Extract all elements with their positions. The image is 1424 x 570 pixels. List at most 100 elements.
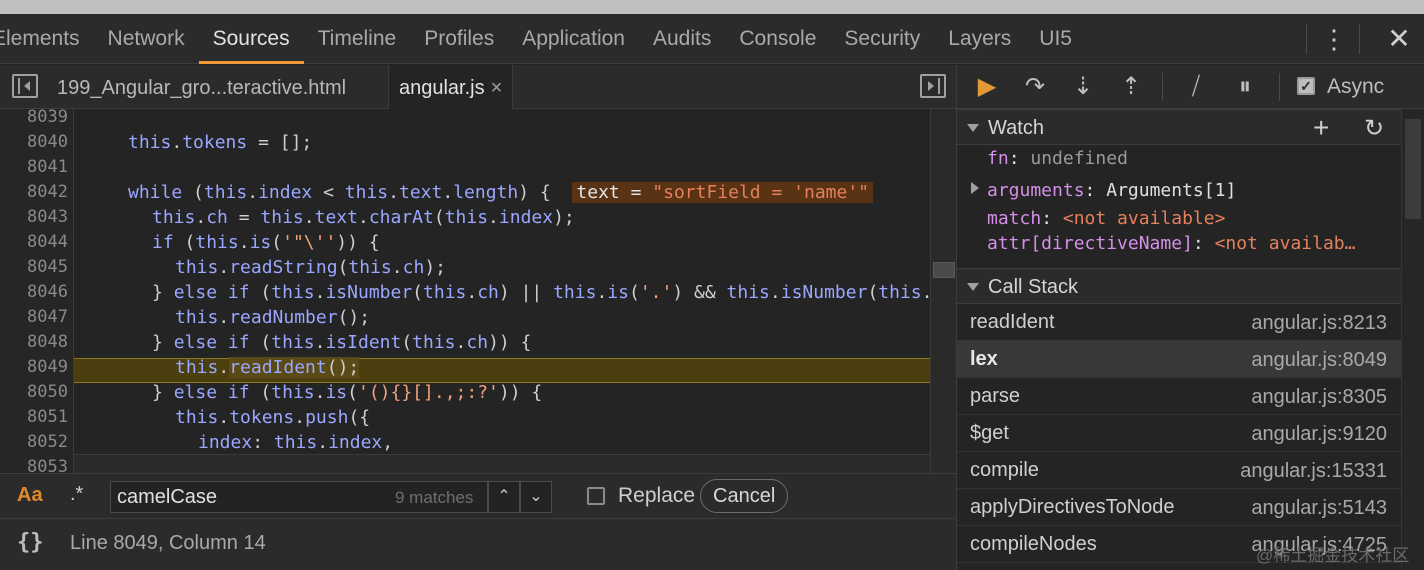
tab-application[interactable]: Application — [508, 14, 639, 64]
watch-value: undefined — [1030, 148, 1128, 169]
watch-section-header[interactable]: Watch + ↻ — [957, 109, 1401, 145]
watch-title: Watch — [988, 117, 1044, 139]
code-token-ch: ch — [477, 282, 499, 303]
code-token-text: text — [398, 182, 443, 203]
line-number[interactable]: 8039 — [0, 109, 68, 130]
line-number[interactable]: 8051 — [0, 405, 68, 430]
add-watch-icon[interactable]: + — [1313, 112, 1329, 144]
watch-item[interactable]: arguments: Arguments[1] — [987, 178, 1236, 204]
line-number[interactable]: 8045 — [0, 255, 68, 280]
regex-toggle[interactable]: .* — [70, 483, 83, 506]
search-bar: Aa .* 9 matches ⌃ ⌄ Replace Cancel — [0, 473, 956, 519]
file-tab-angular-js[interactable]: angular.js × — [388, 65, 514, 110]
code-token-else: else — [173, 382, 218, 403]
line-number-current[interactable]: 8049 — [0, 355, 68, 380]
code-editor[interactable]: 8039 8040 8041 8042 8043 8044 8045 8046 … — [0, 109, 956, 473]
code-line: if (this.is('"\'')) { — [152, 232, 380, 253]
tab-console[interactable]: Console — [725, 14, 830, 64]
debugger-toggle-icon[interactable] — [920, 74, 946, 98]
frame-location[interactable]: angular.js:15331 — [1240, 460, 1387, 483]
code-token-this: this — [271, 382, 315, 403]
tab-ui5[interactable]: UI5 — [1025, 14, 1086, 64]
code-token-this: this — [344, 182, 389, 203]
line-number[interactable]: 8047 — [0, 305, 68, 330]
code-token-is: is — [249, 232, 272, 253]
line-number[interactable]: 8043 — [0, 205, 68, 230]
expand-arguments-icon[interactable] — [971, 182, 979, 194]
frame-location[interactable]: angular.js:8049 — [1251, 349, 1387, 372]
frame-location[interactable]: angular.js:8305 — [1251, 386, 1387, 409]
watch-item[interactable]: fn: undefined — [987, 146, 1128, 172]
code-area[interactable]: this.tokens = []; while (this.index < th… — [74, 109, 930, 473]
code-token-this: this — [271, 282, 315, 303]
expand-triangle-icon[interactable] — [967, 124, 979, 132]
watch-name: attr[directiveName] — [987, 233, 1193, 254]
horizontal-scrollbar[interactable] — [74, 454, 930, 473]
sidebar-scrollbar[interactable] — [1401, 109, 1424, 570]
tab-elements[interactable]: Elements — [0, 14, 94, 64]
cancel-button[interactable]: Cancel — [700, 479, 789, 513]
async-checkbox[interactable]: ✓ — [1297, 77, 1315, 95]
code-token-is: is — [325, 382, 348, 403]
kebab-menu-icon[interactable]: ⋮ — [1321, 14, 1347, 64]
expand-triangle-icon[interactable] — [967, 283, 979, 291]
line-number[interactable]: 8046 — [0, 280, 68, 305]
previous-match-button[interactable]: ⌃ — [488, 481, 520, 513]
tab-timeline[interactable]: Timeline — [304, 14, 411, 64]
line-number[interactable]: 8052 — [0, 430, 68, 455]
scrollbar-thumb[interactable] — [933, 262, 955, 278]
line-number[interactable]: 8044 — [0, 230, 68, 255]
deactivate-breakpoints-icon[interactable]: ⧸ — [1179, 71, 1213, 103]
next-match-button[interactable]: ⌄ — [520, 481, 552, 513]
code-line: this.readNumber(); — [175, 307, 371, 328]
step-out-icon[interactable]: ⇡ — [1117, 71, 1145, 103]
code-token-this: this — [878, 282, 922, 303]
tab-sources[interactable]: Sources — [198, 14, 304, 64]
vertical-scrollbar[interactable] — [930, 109, 956, 473]
call-frame-selected[interactable]: lex angular.js:8049 — [957, 341, 1401, 378]
close-tab-icon[interactable]: × — [491, 77, 503, 99]
line-number[interactable]: 8053 — [0, 455, 68, 473]
watch-value: <not availab… — [1214, 233, 1356, 254]
code-line: index: this.index, — [198, 432, 394, 453]
frame-location[interactable]: angular.js:9120 — [1251, 423, 1387, 446]
code-line: } else if (this.isIdent(this.ch)) { — [152, 332, 532, 353]
watch-item[interactable]: match: <not available> — [987, 206, 1225, 232]
tab-profiles[interactable]: Profiles — [410, 14, 508, 64]
line-number[interactable]: 8040 — [0, 130, 68, 155]
refresh-icon[interactable]: ↻ — [1364, 114, 1384, 143]
call-frame[interactable]: applyDirectivesToNode angular.js:5143 — [957, 489, 1401, 526]
line-number[interactable]: 8048 — [0, 330, 68, 355]
call-frame[interactable]: $get angular.js:9120 — [957, 415, 1401, 452]
code-token-readnumber: readNumber — [229, 307, 338, 328]
close-icon[interactable]: ✕ — [1374, 14, 1424, 64]
toolbar-divider — [1359, 24, 1360, 54]
tab-network[interactable]: Network — [94, 14, 199, 64]
tab-audits[interactable]: Audits — [639, 14, 725, 64]
frame-location[interactable]: angular.js:8213 — [1251, 312, 1387, 335]
line-number[interactable]: 8050 — [0, 380, 68, 405]
frame-location[interactable]: angular.js:5143 — [1251, 497, 1387, 520]
tab-security[interactable]: Security — [830, 14, 934, 64]
call-frame[interactable]: readIdent angular.js:8213 — [957, 304, 1401, 341]
callstack-section-header[interactable]: Call Stack — [957, 268, 1401, 304]
watch-item[interactable]: attr[directiveName]: <not availab… — [987, 231, 1355, 257]
call-frame[interactable]: compile angular.js:15331 — [957, 452, 1401, 489]
line-number-gutter[interactable]: 8039 8040 8041 8042 8043 8044 8045 8046 … — [0, 109, 74, 473]
scrollbar-thumb[interactable] — [1405, 119, 1421, 219]
match-case-toggle[interactable]: Aa — [17, 484, 43, 507]
cursor-position: Line 8049, Column 14 — [70, 532, 266, 554]
step-into-icon[interactable]: ⇣ — [1069, 71, 1097, 103]
call-frame[interactable]: parse angular.js:8305 — [957, 378, 1401, 415]
resume-icon[interactable]: ▶ — [971, 71, 1003, 103]
line-number[interactable]: 8042 — [0, 180, 68, 205]
navigator-toggle-icon[interactable] — [12, 74, 38, 98]
step-over-icon[interactable]: ↷ — [1017, 71, 1053, 103]
file-tab-html[interactable]: 199_Angular_gro...teractive.html — [57, 65, 346, 109]
pretty-print-icon[interactable]: {} — [17, 530, 44, 555]
replace-checkbox[interactable] — [587, 487, 605, 505]
tab-layers[interactable]: Layers — [934, 14, 1025, 64]
code-line: this.tokens = []; — [128, 132, 313, 153]
pause-on-exceptions-icon[interactable]: ⏸ — [1229, 71, 1261, 103]
line-number[interactable]: 8041 — [0, 155, 68, 180]
